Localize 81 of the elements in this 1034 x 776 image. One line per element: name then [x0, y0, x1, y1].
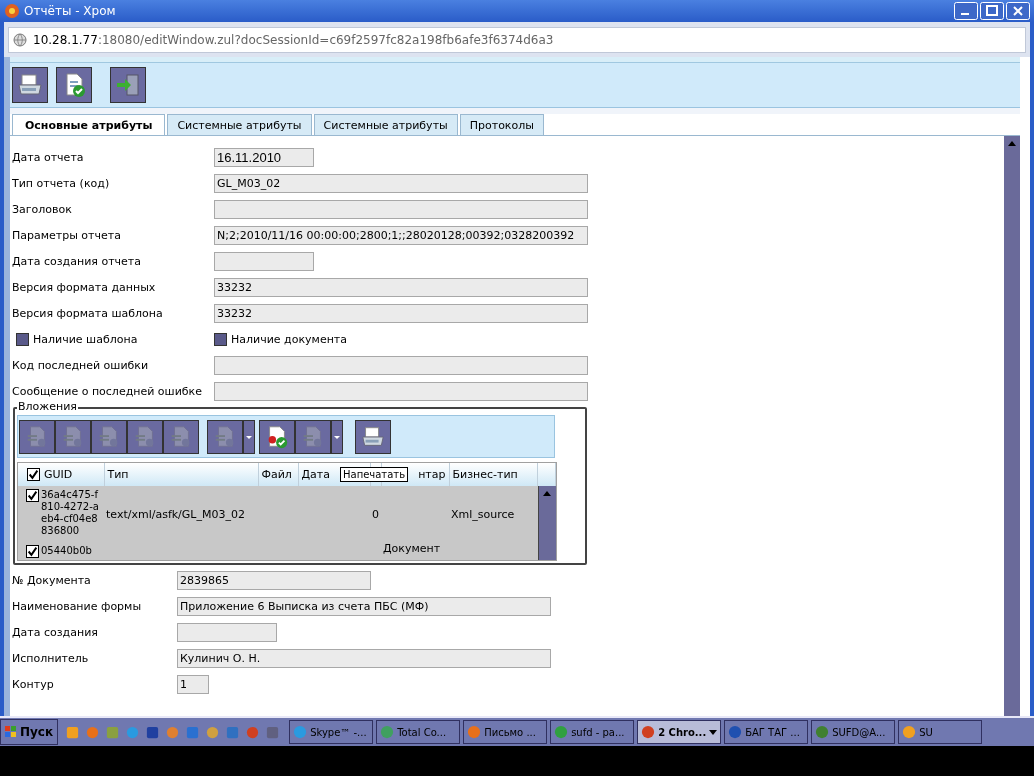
input-field[interactable] — [177, 622, 277, 642]
field-label: Дата отчета — [12, 150, 85, 164]
tooltip: Напечатать — [340, 467, 409, 482]
app-icon — [641, 725, 656, 739]
app-icon — [293, 725, 308, 739]
taskbar-button[interactable]: sufd - pa... — [550, 720, 635, 744]
input-field[interactable]: 2839865 — [177, 570, 371, 590]
app-icon — [815, 725, 830, 739]
tab[interactable]: Системные атрибуты — [167, 114, 312, 135]
field-label: Контур — [12, 677, 55, 691]
field-label: Версия формата данных — [12, 280, 157, 294]
input-field[interactable]: Приложение 6 Выписка из счета ПБС (МФ) — [177, 596, 551, 616]
input-field[interactable]: 1 — [177, 674, 209, 694]
taskbar-button[interactable]: Skype™ -... — [289, 720, 374, 744]
table-cell: Документ — [383, 542, 441, 555]
flag-icon — [5, 726, 17, 738]
checkbox[interactable] — [26, 489, 39, 502]
input-field[interactable]: GL_M03_02 — [214, 173, 588, 193]
app-icon — [554, 725, 569, 739]
input-field[interactable] — [214, 251, 314, 271]
field-label: Код последней ошибки — [12, 358, 150, 372]
table-cell: 0 — [372, 507, 379, 521]
print-button[interactable] — [355, 419, 391, 454]
taskbar-button[interactable]: 2 Chro... — [637, 720, 722, 744]
field-label: Дата создания — [12, 625, 99, 639]
taskbar-button[interactable]: БАГ ТАГ ... — [724, 720, 809, 744]
checkbox-label: Наличие шаблона — [33, 332, 138, 346]
input-field[interactable] — [214, 199, 588, 219]
checkbox[interactable] — [214, 332, 227, 346]
tab[interactable]: Протоколы — [459, 114, 544, 135]
exit-button[interactable] — [110, 67, 146, 103]
close-button[interactable] — [1006, 2, 1030, 20]
input-field[interactable]: 33232 — [214, 277, 588, 297]
taskbar-button[interactable]: Total Co... — [376, 720, 461, 744]
panel-title: Вложения — [17, 400, 78, 413]
app-icon — [380, 725, 395, 739]
table-cell-text: 05440b0b — [41, 545, 93, 557]
field-label: Тип отчета (код) — [12, 176, 111, 190]
minimize-button[interactable] — [954, 2, 978, 20]
tab[interactable]: Основные атрибуты — [12, 114, 166, 135]
checkbox-label: Наличие документа — [231, 332, 347, 346]
field-label: Версия формата шаблона — [12, 306, 164, 320]
taskbar-button[interactable]: SUFD@A... — [811, 720, 896, 744]
field-label: № Документа — [12, 573, 92, 587]
window-title: Отчёты - Хром — [24, 4, 116, 18]
column-header: GUID — [44, 468, 73, 481]
app-icon — [902, 725, 917, 739]
approve-document-button[interactable] — [56, 67, 92, 103]
taskbar-button[interactable]: Письмо ... — [463, 720, 548, 744]
start-button[interactable]: Пуск — [0, 719, 59, 745]
checkbox[interactable] — [16, 332, 29, 346]
scrollbar[interactable] — [538, 486, 556, 560]
app-icon — [467, 725, 482, 739]
app-icon — [728, 725, 743, 739]
field-label: Наименование формы — [12, 599, 143, 613]
exit-door-icon — [114, 71, 142, 99]
globe-icon — [13, 32, 27, 47]
field-label: Исполнитель — [12, 651, 90, 665]
checkbox[interactable] — [27, 468, 40, 481]
input-field[interactable]: Кулинич О. Н. — [177, 648, 551, 668]
taskbar-button[interactable]: SU — [898, 720, 983, 744]
tab[interactable]: Системные атрибуты — [313, 114, 458, 135]
sign-button[interactable] — [259, 419, 295, 454]
field-label: Дата создания отчета — [12, 254, 142, 268]
browser-icon — [4, 3, 20, 19]
checkbox[interactable] — [26, 545, 39, 558]
print-button[interactable] — [12, 67, 48, 103]
table-cell: text/xml/asfk/GL_M03_02 — [106, 507, 245, 521]
input-field[interactable] — [214, 355, 588, 375]
input-field[interactable] — [214, 381, 588, 401]
address-field[interactable]: 10.28.1.77:18080/editWindow.zul?docSessionId=c69f2597fc82a198fb6afe3f6374d6a3 — [8, 26, 1026, 53]
input-field[interactable]: N;2;2010/11/16 00:00:00;2800;1;;28020128;00392;0328200392 — [214, 225, 588, 245]
field-label: Параметры отчета — [12, 228, 122, 242]
field-label: Сообщение о последней ошибке — [12, 384, 203, 398]
input-field[interactable]: 16.11.2010 — [214, 147, 314, 167]
caret-icon — [709, 728, 718, 736]
input-field[interactable]: 33232 — [214, 303, 588, 323]
maximize-button[interactable] — [980, 2, 1004, 20]
table-cell-text: 36a4c475-f810-4272-aeb4-cf04e8836800 — [41, 489, 100, 537]
field-label: Заголовок — [12, 202, 73, 216]
table-cell: Xml_source — [451, 507, 515, 521]
